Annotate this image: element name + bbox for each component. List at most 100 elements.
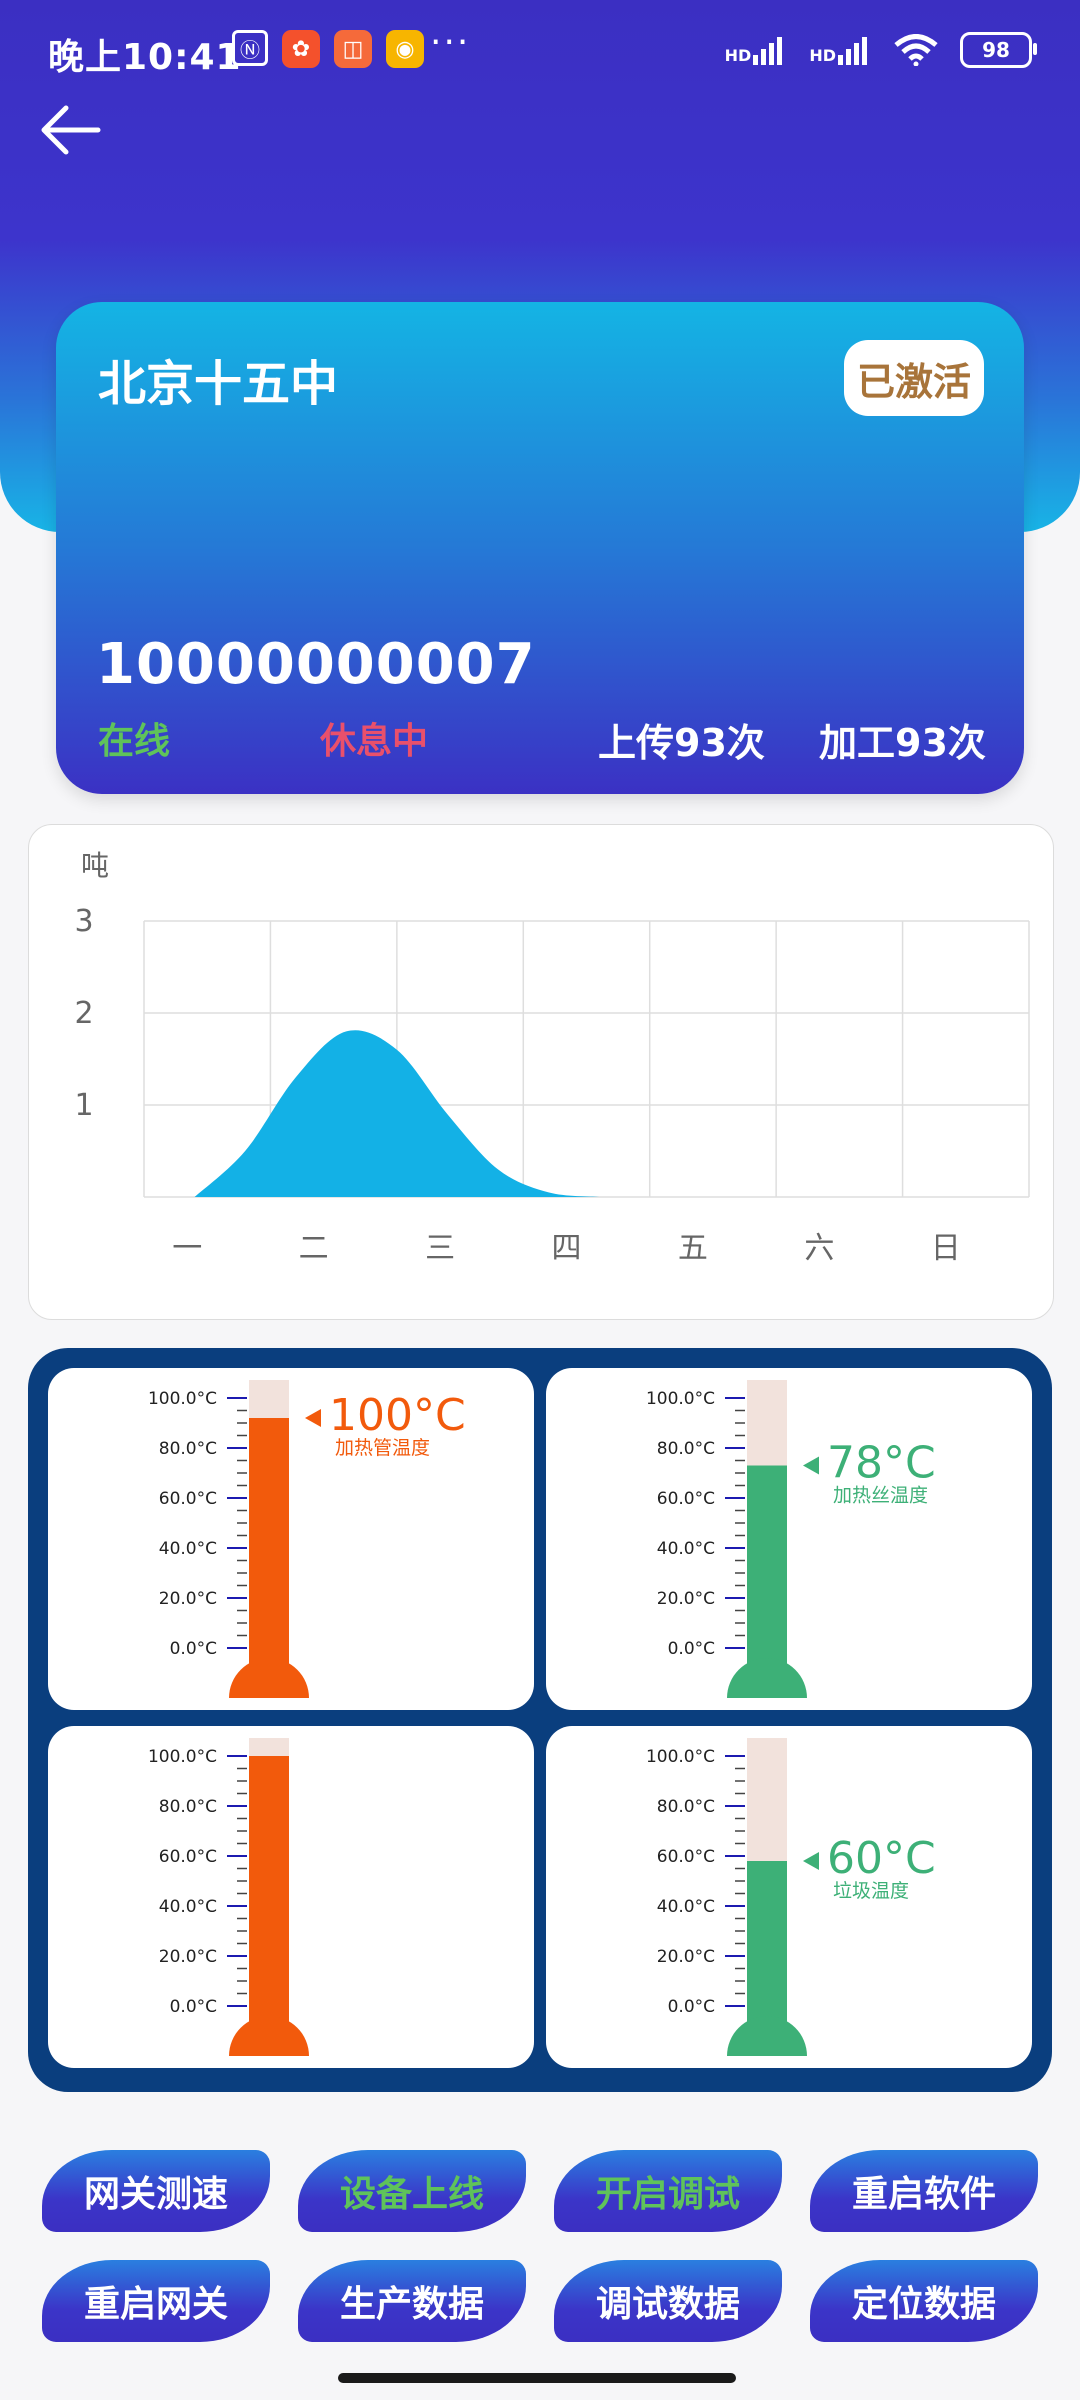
nfc-icon: Ⓝ — [232, 30, 268, 66]
scale-label: 40.0°C — [657, 1897, 715, 1917]
thermometer-2: 100.0°C 80.0°C 60.0°C 40.0°C 20.0°C 0.0°C 78°C… — [646, 1380, 936, 1698]
scale-label: 100.0°C — [646, 1389, 715, 1409]
scale-label: 20.0°C — [159, 1947, 217, 1967]
x-tick-label: 二 — [299, 1231, 329, 1266]
y-axis-ticks: 1 2 3 — [74, 904, 93, 1123]
thermometer-bulb — [727, 2016, 807, 2056]
signal-icon-2: HD — [809, 35, 872, 65]
scale-label: 60.0°C — [159, 1489, 217, 1509]
thermometer-bulb — [229, 2016, 309, 2056]
x-tick-label: 三 — [425, 1231, 455, 1266]
level-pointer — [305, 1409, 321, 1427]
battery-level: 98 — [982, 38, 1010, 62]
weekly-chart-card: 吨 1 2 3 一 二 三 四 五 六 日 — [28, 824, 1054, 1320]
temperature-value: 60°C — [827, 1833, 936, 1884]
x-tick-label: 五 — [678, 1231, 708, 1266]
more-notifications-icon: ··· — [430, 22, 471, 63]
thermometer-4: 100.0°C 80.0°C 60.0°C 40.0°C 20.0°C 0.0°C 60°C… — [646, 1738, 936, 2056]
x-tick-label: 一 — [172, 1231, 202, 1266]
signal-icon: HD — [725, 35, 788, 65]
scale-label: 60.0°C — [657, 1847, 715, 1867]
level-pointer — [803, 1456, 819, 1475]
activated-badge: 已激活 — [844, 340, 984, 416]
enable-debug-button[interactable]: 开启调试 — [554, 2150, 782, 2232]
location-data-button[interactable]: 定位数据 — [810, 2260, 1038, 2342]
scale-label: 0.0°C — [170, 1639, 217, 1659]
scale-label: 40.0°C — [159, 1539, 217, 1559]
thermometer-card-1: 100.0°C 80.0°C 60.0°C 40.0°C 20.0°C 0.0°C 100°… — [48, 1368, 534, 1710]
home-indicator[interactable] — [338, 2373, 736, 2383]
scale-label: 100.0°C — [646, 1747, 715, 1767]
weibo-icon: ◉ — [386, 30, 424, 68]
upload-count: 上传93次 — [598, 721, 765, 765]
weekly-area-chart: 吨 1 2 3 一 二 三 四 五 六 日 — [74, 849, 1030, 1266]
thermometer-fill — [747, 1465, 787, 1668]
scale-label: 40.0°C — [657, 1539, 715, 1559]
work-state: 休息中 — [320, 721, 429, 762]
thermometer-bulb — [727, 1658, 807, 1698]
online-status: 在线 — [98, 721, 171, 762]
status-time: 晚上10:41 — [48, 37, 242, 78]
scale-label: 80.0°C — [657, 1797, 715, 1817]
thermometer-3: 100.0°C 80.0°C 60.0°C 40.0°C 20.0°C 0.0°C — [148, 1738, 309, 2056]
hd-label-2: HD — [809, 46, 836, 65]
device-card[interactable]: 北京十五中 已激活 10000000007 在线 休息中 上传93次 加工93次 — [56, 302, 1024, 794]
x-tick-label: 六 — [804, 1231, 834, 1266]
scale-label: 100.0°C — [148, 1747, 217, 1767]
scale-label: 80.0°C — [159, 1797, 217, 1817]
y-tick-label: 2 — [74, 996, 93, 1031]
scale-label: 80.0°C — [657, 1439, 715, 1459]
temperature-label: 加热丝温度 — [833, 1485, 928, 1507]
thermometer-fill — [249, 1418, 289, 1668]
gateway-speedtest-button[interactable]: 网关测速 — [42, 2150, 270, 2232]
scale-label: 100.0°C — [148, 1389, 217, 1409]
device-online-button[interactable]: 设备上线 — [298, 2150, 526, 2232]
y-tick-label: 1 — [74, 1088, 93, 1123]
thermometer-card-4: 100.0°C 80.0°C 60.0°C 40.0°C 20.0°C 0.0°C 60°C… — [546, 1726, 1032, 2068]
school-name: 北京十五中 — [98, 356, 339, 412]
restart-gateway-button[interactable]: 重启网关 — [42, 2260, 270, 2342]
thermometer-fill — [249, 1756, 289, 2026]
y-axis-unit: 吨 — [81, 849, 109, 882]
process-count: 加工93次 — [819, 721, 986, 765]
thermometer-bulb — [229, 1658, 309, 1698]
temperature-panel: 100.0°C 80.0°C 60.0°C 40.0°C 20.0°C 0.0°C 100°… — [28, 1348, 1052, 2092]
temperature-label: 加热管温度 — [335, 1437, 430, 1459]
thermometer-1: 100.0°C 80.0°C 60.0°C 40.0°C 20.0°C 0.0°C 100°… — [148, 1380, 466, 1698]
x-axis-ticks: 一二三四五六日 — [172, 1231, 961, 1266]
battery-icon: 98 — [960, 32, 1037, 68]
temperature-label: 垃圾温度 — [833, 1880, 909, 1902]
scale-label: 80.0°C — [159, 1439, 217, 1459]
temperature-value: 100°C — [329, 1390, 466, 1441]
thermometer-card-3: 100.0°C 80.0°C 60.0°C 40.0°C 20.0°C 0.0°C — [48, 1726, 534, 2068]
y-tick-label: 3 — [74, 904, 93, 939]
scale-label: 0.0°C — [170, 1997, 217, 2017]
app-notification-icon: ✿ — [282, 30, 320, 68]
scale-label: 20.0°C — [159, 1589, 217, 1609]
x-tick-label: 日 — [931, 1231, 961, 1266]
status-bar: 晚上10:41 Ⓝ ✿ ◫ ◉ ··· HD HD 98 — [0, 0, 1080, 110]
device-id: 10000000007 — [96, 632, 536, 697]
temperature-value: 78°C — [827, 1438, 936, 1489]
thermometer-fill — [747, 1861, 787, 2026]
scale-label: 20.0°C — [657, 1947, 715, 1967]
scale-label: 40.0°C — [159, 1897, 217, 1917]
shopping-notification-icon: ◫ — [334, 30, 372, 68]
level-pointer — [803, 1852, 819, 1870]
system-icons: HD HD 98 — [725, 32, 1037, 68]
scale-label: 0.0°C — [668, 1639, 715, 1659]
notification-icons: Ⓝ ✿ ◫ ◉ — [232, 30, 424, 68]
restart-software-button[interactable]: 重启软件 — [810, 2150, 1038, 2232]
production-data-button[interactable]: 生产数据 — [298, 2260, 526, 2342]
scale-label: 60.0°C — [657, 1489, 715, 1509]
x-tick-label: 四 — [552, 1231, 582, 1266]
debug-data-button[interactable]: 调试数据 — [554, 2260, 782, 2342]
hd-label: HD — [724, 46, 752, 65]
scale-label: 0.0°C — [668, 1997, 715, 2017]
scale-label: 60.0°C — [159, 1847, 217, 1867]
chart-area-series — [194, 1030, 600, 1197]
wifi-icon — [894, 34, 938, 66]
scale-label: 20.0°C — [657, 1589, 715, 1609]
thermometer-card-2: 100.0°C 80.0°C 60.0°C 40.0°C 20.0°C 0.0°C 78°C… — [546, 1368, 1032, 1710]
back-arrow-icon[interactable] — [36, 100, 106, 160]
